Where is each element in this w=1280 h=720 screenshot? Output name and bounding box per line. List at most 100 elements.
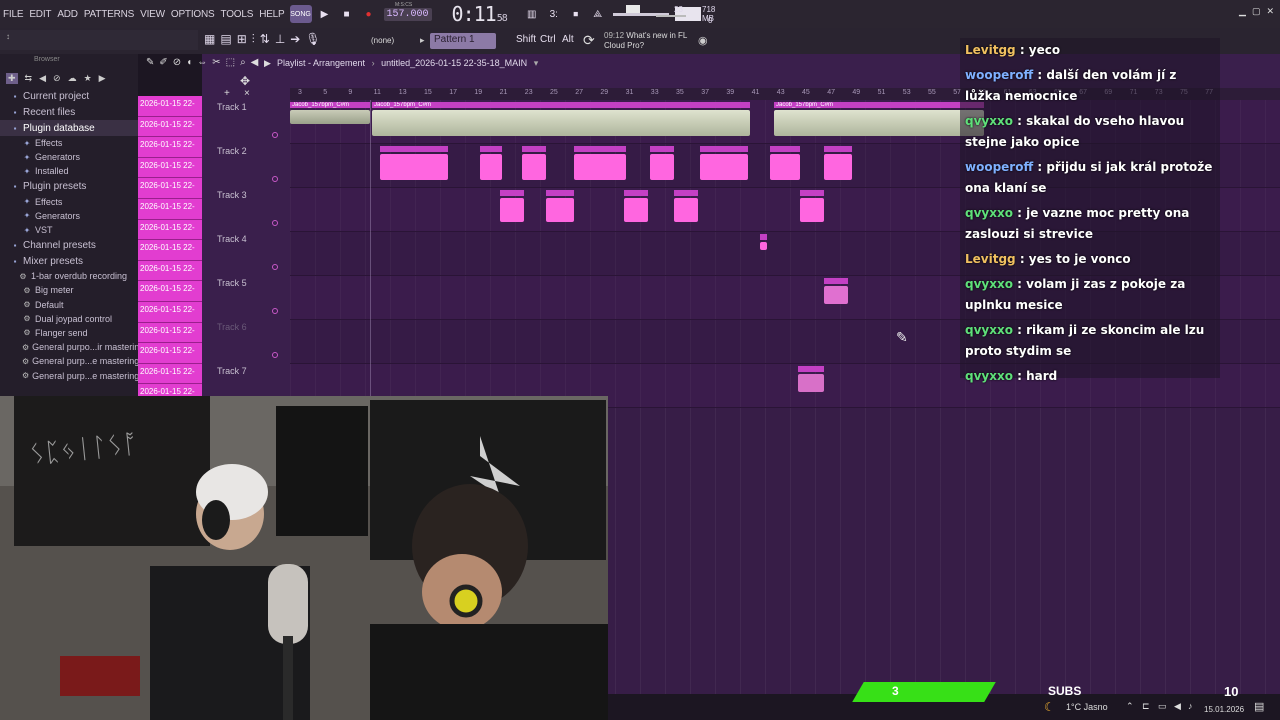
browser-item[interactable]: ⚙ Big meter [0, 283, 138, 297]
mute-icon[interactable]: ◖ [186, 57, 192, 68]
pattern-arrow-icon[interactable]: ▸ [420, 35, 425, 46]
tray-usb-icon[interactable]: ⊏ [1142, 701, 1150, 712]
audio-waveform[interactable] [500, 198, 524, 222]
menu-options[interactable]: OPTIONS [168, 9, 218, 20]
track-mute-dot[interactable] [272, 220, 278, 226]
clip-item[interactable]: 2026-01-15 22- [138, 96, 202, 117]
browser-item[interactable]: ✦ Generators [0, 150, 138, 164]
audio-waveform[interactable] [700, 154, 748, 180]
maximize-icon[interactable]: ▢ [1252, 6, 1261, 17]
playlist-arrow-icon[interactable]: ▶ [264, 58, 271, 69]
audio-clip-header[interactable] [522, 146, 546, 152]
metronome-icon[interactable]: ⟁ [589, 5, 607, 23]
step-icon[interactable]: 3: [545, 5, 563, 23]
track-name[interactable]: Track 4 [217, 234, 247, 244]
shift-button[interactable]: Shift [516, 34, 536, 45]
tempo-display[interactable]: 157.000 [383, 7, 432, 21]
remove-icon[interactable]: × [244, 88, 250, 99]
browser-star-icon[interactable]: ★ [84, 73, 92, 84]
delete-icon[interactable]: ⊘ [173, 57, 181, 68]
browser-item[interactable]: ▪ Channel presets [0, 237, 138, 253]
mixer-icon[interactable]: ⫶ [252, 32, 255, 47]
clip-item[interactable]: 2026-01-15 22- [138, 260, 202, 282]
slice-icon[interactable]: ✂ [212, 57, 220, 68]
audio-waveform[interactable] [760, 242, 767, 250]
audio-waveform[interactable] [774, 110, 984, 136]
audio-clip-header[interactable] [480, 146, 502, 152]
clip-item[interactable]: 2026-01-15 22- [138, 343, 202, 364]
zoom-icon[interactable]: ⌕ [240, 57, 246, 68]
browser-link-icon[interactable]: ⊘ [53, 73, 61, 84]
browser-item[interactable]: ▪ Plugin database [0, 120, 138, 136]
paint-icon[interactable]: ✐ [159, 57, 167, 68]
menu-file[interactable]: FILE [0, 9, 26, 20]
piano-icon[interactable]: ▥ [523, 5, 541, 23]
audio-clip-header[interactable] [760, 234, 767, 240]
tray-volume-icon[interactable]: ◀ [1174, 701, 1181, 712]
tray-mic-icon[interactable]: ♪ [1188, 701, 1193, 711]
clip-item[interactable]: 2026-01-15 22- [138, 322, 202, 344]
playback-icon[interactable]: ◀ [251, 57, 259, 68]
clip-item[interactable]: 2026-01-15 22- [138, 240, 202, 261]
cloud-icon[interactable]: ⟳ [583, 32, 595, 49]
audio-clip-header[interactable] [798, 366, 824, 372]
browser-item[interactable]: ⚙ Default [0, 298, 138, 312]
notification-icon[interactable]: ▤ [1254, 700, 1264, 713]
track-name[interactable]: Track 3 [217, 190, 247, 200]
browser-item[interactable]: ⚙ General purpo...ir mastering [0, 340, 144, 354]
browser-item[interactable]: ▪ Mixer presets [0, 253, 138, 269]
track-name[interactable]: Track 7 [217, 366, 247, 376]
audio-clip-header[interactable] [800, 190, 824, 196]
clip-item[interactable]: 2026-01-15 22- [138, 137, 202, 158]
audio-clip-header[interactable] [824, 278, 848, 284]
audio-clip-header[interactable] [650, 146, 674, 152]
browser-item[interactable]: ✦ Effects [0, 136, 138, 150]
snap-select[interactable]: (none) [371, 36, 394, 45]
playlist-icon[interactable]: ▦ [204, 32, 215, 47]
close-icon[interactable]: ✕ [1266, 6, 1274, 17]
track-mute-dot[interactable] [272, 308, 278, 314]
audio-clip-header[interactable] [824, 146, 852, 152]
minimize-icon[interactable]: ▁ [1239, 6, 1246, 17]
audio-clip-header[interactable]: Jacob_157bpm_C#m [290, 102, 370, 108]
audio-clip-header[interactable] [674, 190, 698, 196]
audio-waveform[interactable] [546, 198, 574, 222]
browser-add-icon[interactable]: ✚ [6, 72, 18, 84]
track-name[interactable]: Track 2 [217, 146, 247, 156]
browser-next-icon[interactable]: ▶ [99, 73, 106, 84]
ctrl-button[interactable]: Ctrl [540, 34, 556, 45]
browser-item[interactable]: ▪ Current project [0, 88, 138, 104]
play-icon[interactable]: ▶ [316, 5, 334, 23]
clip-item[interactable]: 2026-01-15 22- [138, 301, 202, 323]
clip-item[interactable]: 2026-01-15 22- [138, 363, 202, 385]
record-icon[interactable]: ● [360, 5, 378, 23]
add-track-icon[interactable]: + [224, 88, 230, 99]
track-name[interactable]: Track 5 [217, 278, 247, 288]
tray-chevron-icon[interactable]: ⌃ [1126, 701, 1134, 712]
browser-collapse-icon[interactable]: ⇆ [25, 73, 33, 84]
audio-clip-header[interactable] [624, 190, 648, 196]
audio-waveform[interactable] [674, 198, 698, 222]
audio-waveform[interactable] [522, 154, 546, 180]
audio-waveform[interactable] [480, 154, 502, 180]
song-mode-button[interactable]: SONG [289, 5, 312, 23]
menu-edit[interactable]: EDIT [26, 9, 54, 20]
clip-item[interactable]: 2026-01-15 22- [138, 116, 202, 138]
menu-help[interactable]: HELP [256, 9, 287, 20]
browser-item[interactable]: ✦ Effects [0, 195, 138, 209]
track-mute-dot[interactable] [272, 352, 278, 358]
stop-icon[interactable]: ■ [338, 5, 356, 23]
audio-clip-header[interactable]: Jacob_157bpm_C#m [774, 102, 984, 108]
audio-clip-header[interactable] [380, 146, 448, 152]
browser-icon[interactable]: ⇅ [260, 32, 270, 47]
audio-waveform[interactable] [800, 198, 824, 222]
globe-icon[interactable]: ◉ [698, 34, 708, 47]
browser-item[interactable]: ⚙ 1-bar overdub recording [0, 269, 138, 283]
draw-icon[interactable]: ✎ [146, 57, 154, 68]
browser-item[interactable]: ▪ Recent files [0, 104, 138, 120]
select-icon[interactable]: ⬚ [226, 57, 235, 68]
clip-item[interactable]: 2026-01-15 22- [138, 198, 202, 220]
browser-item[interactable]: ⚙ Dual joypad control [0, 312, 138, 326]
browser-item[interactable]: ⚙ General purp...e mastering 2 [0, 354, 147, 368]
channel-rack-icon[interactable]: ▤ [220, 32, 231, 47]
